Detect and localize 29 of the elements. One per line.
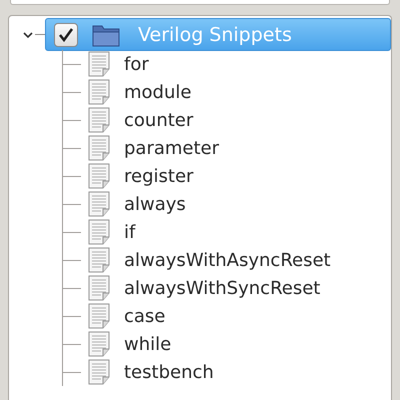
snippet-item[interactable]: register bbox=[124, 166, 194, 186]
document-icon bbox=[87, 79, 111, 105]
text-field[interactable] bbox=[10, 0, 390, 5]
snippet-item[interactable]: alwaysWithSyncReset bbox=[124, 278, 320, 298]
checkmark-icon bbox=[57, 26, 75, 42]
snippet-item[interactable]: counter bbox=[124, 110, 194, 130]
snippet-item[interactable]: always bbox=[124, 194, 186, 214]
folder-icon bbox=[92, 22, 120, 46]
document-icon bbox=[87, 275, 111, 301]
document-icon bbox=[87, 135, 111, 161]
document-icon bbox=[87, 191, 111, 217]
snippet-item[interactable]: testbench bbox=[124, 362, 214, 382]
snippet-item[interactable]: parameter bbox=[124, 138, 220, 158]
document-icon bbox=[87, 331, 111, 357]
checkbox[interactable] bbox=[54, 22, 78, 46]
snippet-item[interactable]: module bbox=[124, 82, 192, 102]
document-icon bbox=[87, 219, 111, 245]
snippet-item[interactable]: alwaysWithAsyncReset bbox=[124, 250, 331, 270]
document-icon bbox=[87, 107, 111, 133]
snippet-item[interactable]: case bbox=[124, 306, 166, 326]
document-icon bbox=[87, 51, 111, 77]
document-icon bbox=[87, 163, 111, 189]
folder-label: Verilog Snippets bbox=[138, 24, 292, 46]
document-icon bbox=[87, 247, 111, 273]
snippet-item[interactable]: if bbox=[124, 222, 136, 242]
document-icon bbox=[87, 303, 111, 329]
document-icon bbox=[87, 359, 111, 385]
snippet-item[interactable]: for bbox=[124, 54, 149, 74]
snippet-item[interactable]: while bbox=[124, 334, 172, 354]
